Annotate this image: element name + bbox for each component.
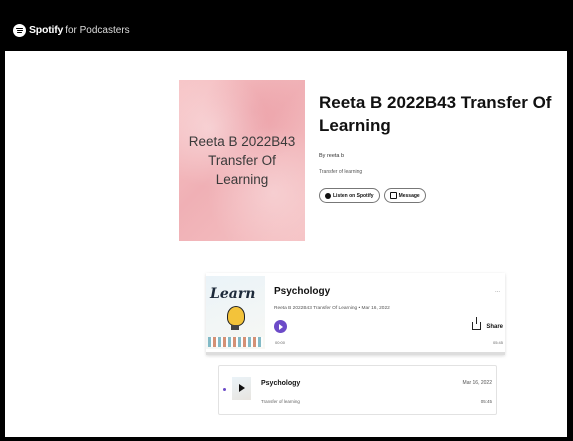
share-icon[interactable] xyxy=(472,317,481,330)
lightbulb-icon xyxy=(227,306,245,326)
episode-row-description: Transfer of learning xyxy=(261,399,300,404)
thumbnail-word: Learn xyxy=(210,286,256,302)
time-elapsed: 00:00 xyxy=(275,340,286,345)
episode-row-title[interactable]: Psychology xyxy=(261,380,300,387)
episode-row-date: Mar 16, 2022 xyxy=(462,380,492,386)
message-icon xyxy=(389,192,397,199)
show-actions: Listen on Spotify Message xyxy=(319,188,426,203)
brand-name: Spotify xyxy=(29,24,64,36)
show-title: Reeta B 2022B43 Transfer Of Learning xyxy=(319,93,552,135)
page-frame: Spotify for Podcasters Reeta B 2022B43 T… xyxy=(5,9,567,437)
listen-on-spotify-button[interactable]: Listen on Spotify xyxy=(319,188,380,203)
episode-progress-bar[interactable] xyxy=(206,352,505,355)
new-episode-dot xyxy=(223,388,226,391)
episode-list-item[interactable]: Psychology Transfer of learning Mar 16, … xyxy=(218,365,497,415)
top-nav-bar: Spotify for Podcasters xyxy=(5,9,567,51)
show-description: Transfer of learning xyxy=(319,169,363,175)
show-author[interactable]: By reeta b xyxy=(319,153,344,159)
cover-text: Reeta B 2022B43 Transfer Of Learning xyxy=(188,134,296,187)
time-total: 05:45 xyxy=(492,340,503,345)
lightbulb-base xyxy=(231,325,239,330)
play-button[interactable] xyxy=(274,320,287,333)
spotify-icon xyxy=(13,23,26,37)
spotify-logo[interactable]: Spotify for Podcasters xyxy=(13,23,130,37)
featured-episode-card: Learn Psychology Reeta B 2022B43 Transfe… xyxy=(206,273,505,355)
episode-title[interactable]: Psychology xyxy=(274,286,330,297)
message-label: Message xyxy=(398,192,420,199)
episode-thumbnail: Learn xyxy=(206,276,265,349)
message-button[interactable]: Message xyxy=(383,188,426,203)
episode-row-thumbnail[interactable] xyxy=(232,377,251,400)
listen-label: Listen on Spotify xyxy=(333,192,374,199)
brand-subtitle: for Podcasters xyxy=(65,24,130,36)
episode-row-duration: 05:45 xyxy=(480,399,492,404)
spotify-icon xyxy=(325,192,331,199)
more-options-icon[interactable]: ... xyxy=(495,288,500,294)
share-button[interactable]: Share xyxy=(486,324,503,330)
podcast-cover-art: Reeta B 2022B43 Transfer Of Learning xyxy=(179,80,305,241)
episode-subtitle: Reeta B 2022B43 Transfer Of Learning • M… xyxy=(274,306,390,311)
education-icons-strip xyxy=(208,337,263,347)
